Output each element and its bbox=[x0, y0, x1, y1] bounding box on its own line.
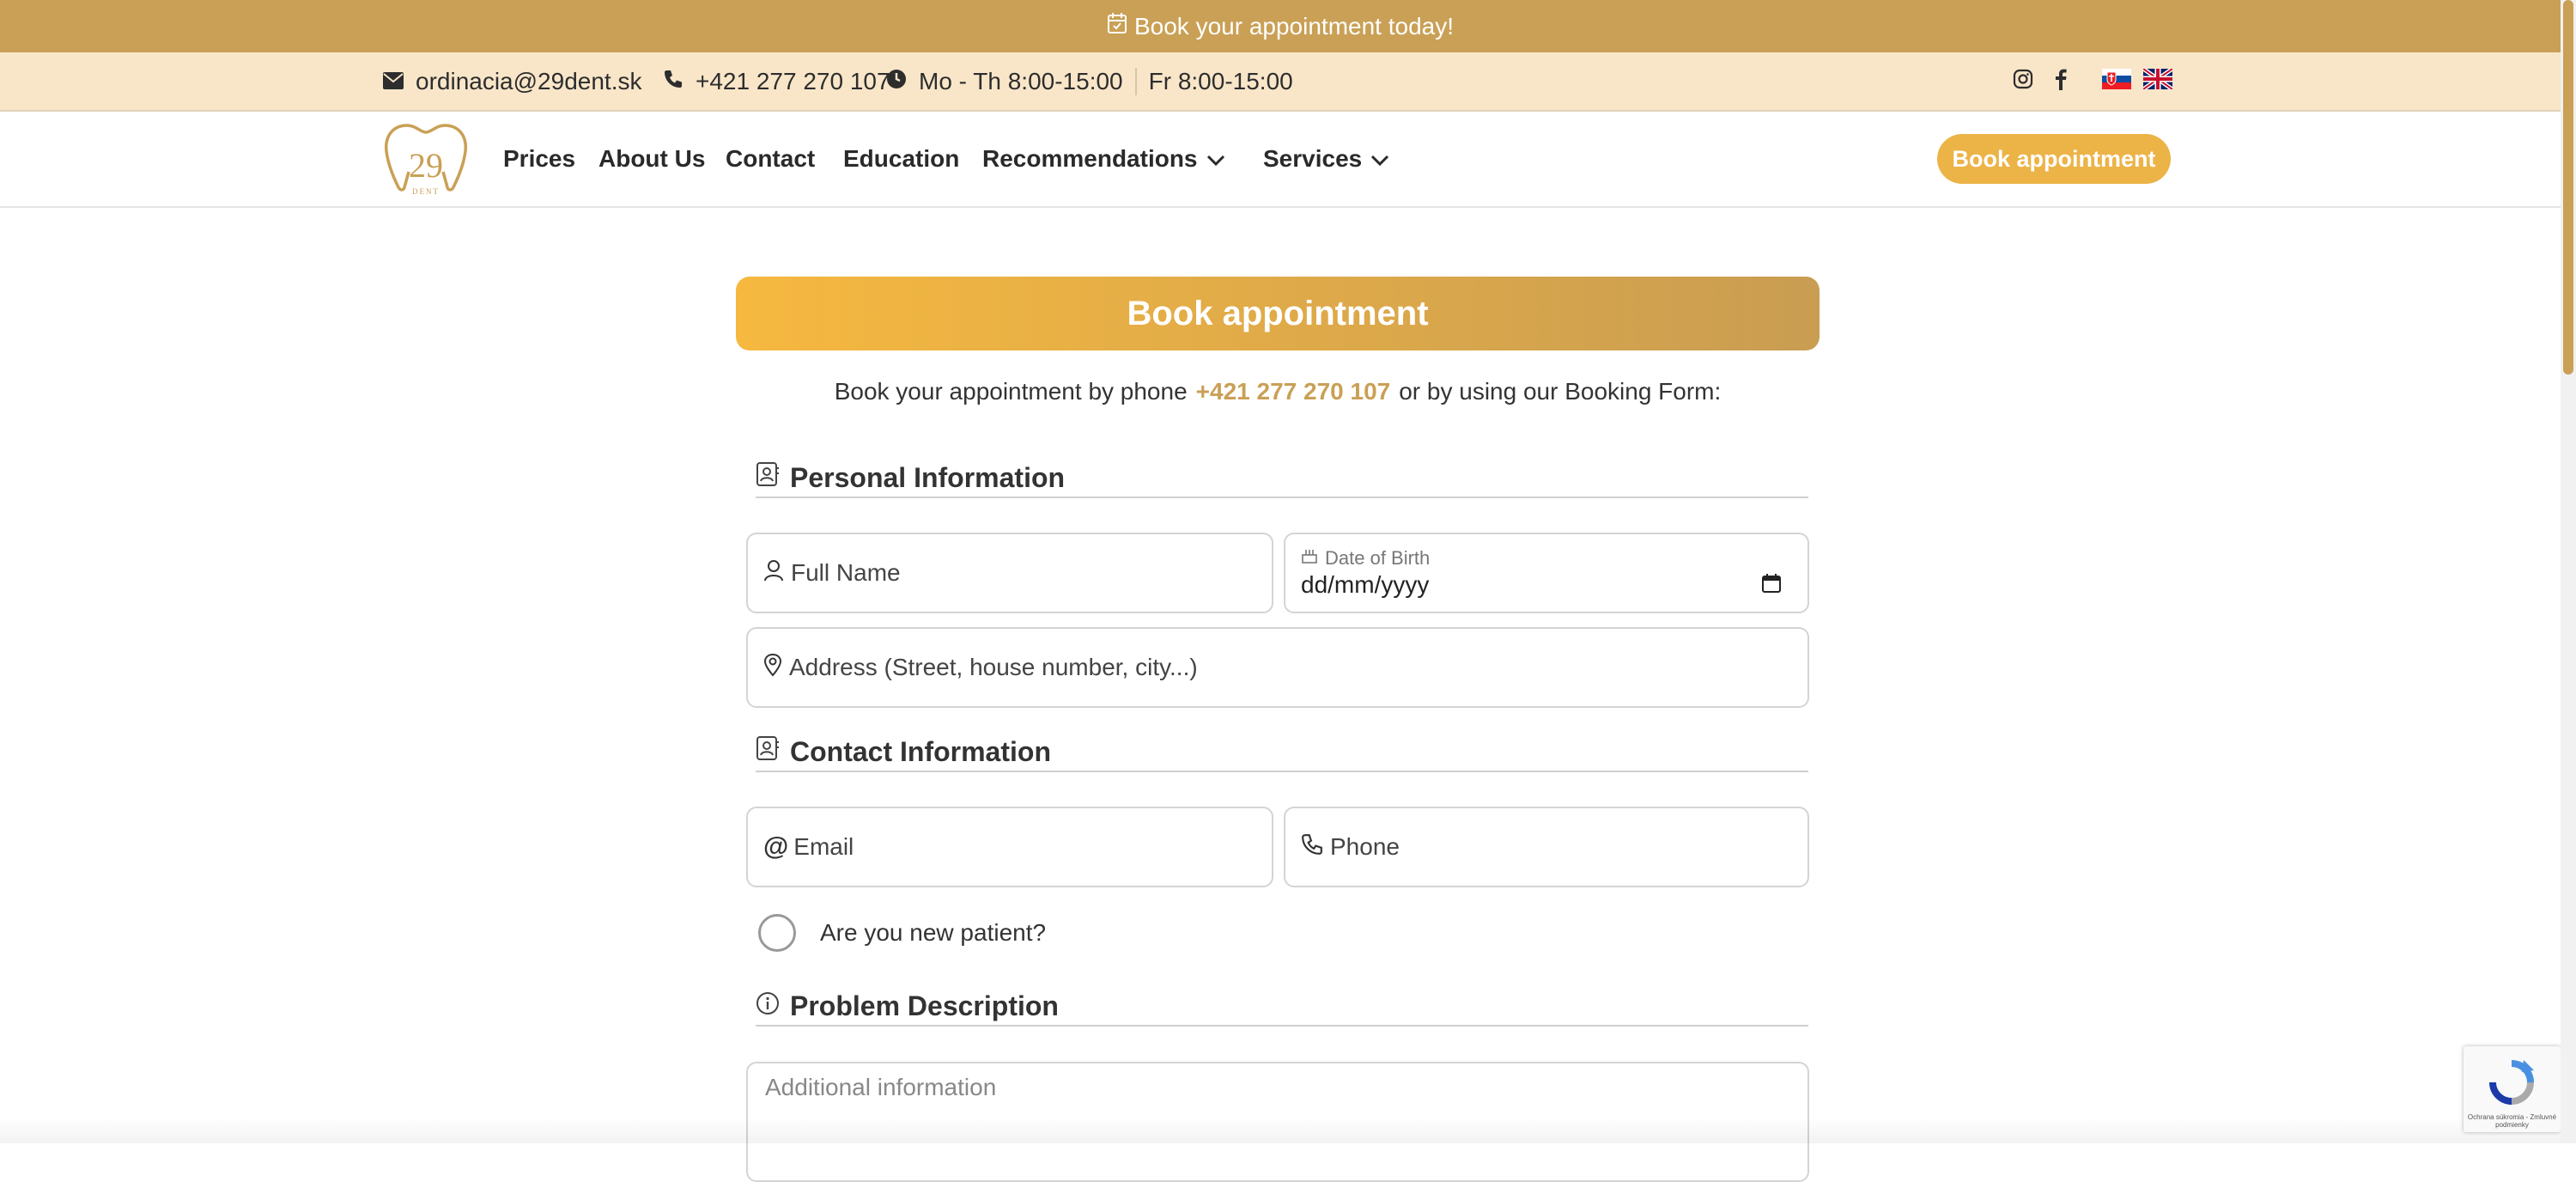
email-link[interactable]: ordinacia@29dent.sk bbox=[383, 52, 641, 110]
nav-about-us[interactable]: About Us bbox=[598, 112, 705, 206]
personal-information-heading: Personal Information bbox=[756, 459, 1808, 498]
new-patient-radio[interactable] bbox=[758, 914, 796, 952]
opening-hours: Mo - Th 8:00-15:00 Fr 8:00-15:00 bbox=[886, 52, 1293, 110]
nav-contact[interactable]: Contact bbox=[726, 112, 815, 206]
nav-education-label: Education bbox=[843, 145, 960, 172]
logo-number: 29 bbox=[409, 146, 443, 185]
facebook-link[interactable] bbox=[2054, 52, 2068, 110]
recaptcha-icon bbox=[2488, 1058, 2536, 1111]
chevron-down-icon bbox=[1362, 145, 1389, 173]
date-of-birth-label: Date of Birth bbox=[1301, 547, 1430, 570]
facebook-icon bbox=[2054, 68, 2068, 94]
recaptcha-text[interactable]: Ochrana súkromia - Zmluvné podmienky bbox=[2467, 1113, 2557, 1129]
address-field[interactable] bbox=[746, 627, 1809, 708]
contact-card-icon bbox=[756, 461, 790, 494]
phone-input[interactable] bbox=[1330, 833, 1786, 861]
contact-information-title: Contact Information bbox=[790, 735, 1051, 767]
language-en[interactable] bbox=[2142, 52, 2174, 110]
book-appointment-nav-button[interactable]: Book appointment bbox=[1937, 134, 2171, 184]
intro-before: Book your appointment by phone bbox=[834, 378, 1188, 405]
at-sign-icon: @ bbox=[763, 832, 789, 861]
chevron-down-icon bbox=[1198, 145, 1225, 173]
logo[interactable]: 29 DENT bbox=[381, 120, 471, 198]
problem-description-title: Problem Description bbox=[790, 990, 1059, 1021]
date-of-birth-label-text: Date of Birth bbox=[1325, 547, 1431, 569]
phone-text: +421 277 270 107 bbox=[696, 67, 890, 94]
page-title: Book appointment bbox=[736, 277, 1820, 350]
email-text: ordinacia@29dent.sk bbox=[416, 67, 642, 94]
nav-recommendations-label: Recommendations bbox=[982, 145, 1198, 172]
instagram-link[interactable] bbox=[2013, 52, 2033, 110]
phone-icon bbox=[1301, 833, 1330, 862]
intro-after: or by using our Booking Form: bbox=[1399, 378, 1722, 405]
user-icon bbox=[763, 559, 791, 588]
contact-card-icon bbox=[756, 735, 790, 768]
nav-contact-label: Contact bbox=[726, 145, 816, 172]
hours-weekdays: Mo - Th 8:00-15:00 bbox=[919, 67, 1123, 94]
intro-phone-link[interactable]: +421 277 270 107 bbox=[1196, 378, 1391, 405]
full-name-field[interactable] bbox=[746, 533, 1273, 613]
email-input[interactable] bbox=[793, 833, 1252, 861]
page-title-text: Book appointment bbox=[1127, 294, 1429, 332]
language-sk[interactable] bbox=[2102, 52, 2131, 110]
email-field[interactable]: @ bbox=[746, 807, 1273, 887]
full-name-input[interactable] bbox=[791, 559, 1249, 587]
phone-link[interactable]: +421 277 270 107 bbox=[663, 52, 890, 110]
nav-services[interactable]: Services bbox=[1263, 112, 1389, 206]
hours-divider bbox=[1134, 67, 1137, 95]
logo-subtext: DENT bbox=[412, 187, 440, 196]
recaptcha-badge[interactable]: Ochrana súkromia - Zmluvné podmienky bbox=[2464, 1046, 2561, 1132]
uk-flag-icon bbox=[2142, 66, 2174, 94]
nav-services-label: Services bbox=[1263, 145, 1363, 172]
announcement-bar[interactable]: Book your appointment today! bbox=[0, 0, 2561, 52]
nav-prices-label: Prices bbox=[503, 145, 576, 172]
envelope-icon bbox=[383, 68, 416, 95]
page-scrollbar[interactable] bbox=[2561, 0, 2576, 1143]
personal-information-title: Personal Information bbox=[790, 461, 1066, 493]
nav-recommendations[interactable]: Recommendations bbox=[982, 112, 1225, 206]
nav-prices[interactable]: Prices bbox=[503, 112, 575, 206]
calendar-check-icon bbox=[1107, 12, 1134, 40]
map-pin-icon bbox=[763, 653, 789, 683]
phone-field[interactable] bbox=[1284, 807, 1809, 887]
clock-icon bbox=[886, 68, 919, 95]
date-of-birth-field[interactable]: Date of Birth dd/mm/yyyy bbox=[1284, 533, 1809, 613]
address-input[interactable] bbox=[789, 654, 1729, 681]
instagram-icon bbox=[2013, 69, 2033, 94]
new-patient-label[interactable]: Are you new patient? bbox=[820, 914, 1046, 952]
date-of-birth-value[interactable]: dd/mm/yyyy bbox=[1301, 571, 1429, 599]
info-circle-icon bbox=[756, 990, 790, 1022]
slovak-flag-icon bbox=[2102, 69, 2131, 94]
nav-about-us-label: About Us bbox=[598, 145, 706, 172]
phone-icon bbox=[663, 68, 696, 95]
contact-information-heading: Contact Information bbox=[756, 733, 1808, 772]
nav-education[interactable]: Education bbox=[843, 112, 959, 206]
problem-description-heading: Problem Description bbox=[756, 987, 1808, 1027]
hours-friday: Fr 8:00-15:00 bbox=[1148, 67, 1293, 94]
bottom-fade bbox=[0, 1117, 2561, 1143]
intro-text: Book your appointment by phone +421 277 2… bbox=[736, 378, 1820, 405]
announcement-text: Book your appointment today! bbox=[1133, 12, 1454, 40]
cake-icon bbox=[1301, 547, 1325, 570]
calendar-icon[interactable] bbox=[1761, 572, 1789, 600]
info-bar: ordinacia@29dent.sk +421 277 270 107 Mo … bbox=[0, 52, 2561, 112]
scrollbar-thumb[interactable] bbox=[2563, 0, 2573, 375]
additional-information-placeholder: Additional information bbox=[765, 1074, 997, 1100]
